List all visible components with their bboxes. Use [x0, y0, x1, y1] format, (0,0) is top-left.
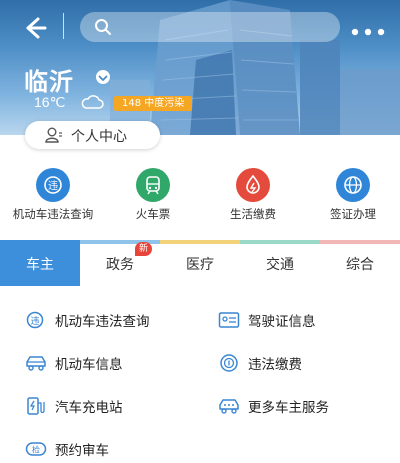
payment-icon [236, 168, 270, 202]
tab-medical[interactable]: 医疗 [160, 240, 240, 286]
charging-station-icon [25, 396, 47, 416]
service-label: 机动车违法查询 [55, 314, 150, 330]
tab-label: 综合 [346, 257, 374, 273]
violation-query-icon: 违 [36, 168, 70, 202]
tab-accent-bar [160, 240, 240, 244]
search-input[interactable] [120, 17, 334, 39]
service-label: 机动车信息 [55, 357, 123, 373]
tab-general[interactable]: 综合 [320, 240, 400, 286]
quick-action-violation-query[interactable]: 违 机动车违法查询 [3, 168, 103, 222]
tab-government[interactable]: 政务 新 [80, 240, 160, 286]
quick-action-label: 签证办理 [330, 207, 376, 221]
category-tabs: 车主 政务 新 医疗 交通 综合 [0, 240, 400, 286]
tab-car-owner[interactable]: 车主 [0, 240, 80, 286]
license-icon [218, 310, 240, 330]
search-icon [95, 19, 111, 35]
globe-icon [336, 168, 370, 202]
car-icon [25, 353, 47, 373]
tab-transport[interactable]: 交通 [240, 240, 320, 286]
service-label: 更多车主服务 [248, 400, 329, 416]
air-quality-badge: 148 中度污染 [114, 96, 193, 111]
more-icon[interactable] [350, 22, 386, 36]
quick-action-label: 火车票 [135, 207, 171, 221]
nav-divider [63, 13, 64, 39]
tab-label: 医疗 [186, 257, 214, 273]
car-more-icon [218, 396, 240, 416]
violation-icon: 违 [25, 310, 47, 330]
new-badge: 新 [135, 242, 153, 256]
chevron-down-icon[interactable] [96, 70, 110, 84]
search-bar[interactable] [80, 12, 340, 42]
user-center-button[interactable]: 个人中心 [25, 121, 160, 149]
service-label: 违法缴费 [248, 357, 302, 373]
quick-action-label: 生活缴费 [230, 207, 276, 221]
service-label: 汽车充电站 [55, 400, 123, 416]
train-icon [136, 168, 170, 202]
fine-payment-icon [218, 353, 240, 373]
service-label: 预约审车 [55, 443, 109, 459]
user-center-label: 个人中心 [71, 129, 127, 145]
quick-action-label: 机动车违法查询 [12, 207, 94, 221]
svg-text:违: 违 [30, 316, 39, 327]
svg-text:违: 违 [48, 180, 58, 192]
city-name[interactable]: 临沂 [24, 62, 74, 97]
quick-action-utility-payment[interactable]: 生活缴费 [203, 168, 303, 222]
cloud-icon [80, 94, 104, 114]
tab-label: 车主 [26, 257, 54, 273]
temperature: 16℃ [34, 94, 66, 110]
tab-accent-bar [320, 240, 400, 244]
user-icon [45, 127, 62, 143]
inspection-icon: 检 [25, 439, 47, 459]
back-arrow-icon[interactable] [20, 14, 48, 42]
service-label: 驾驶证信息 [248, 314, 316, 330]
top-nav-bar [0, 0, 400, 50]
tab-label: 政务 [106, 257, 134, 273]
quick-action-visa[interactable]: 签证办理 [303, 168, 400, 222]
svg-text:检: 检 [32, 445, 40, 455]
quick-action-train-ticket[interactable]: 火车票 [103, 168, 203, 222]
tab-accent-bar [0, 240, 80, 244]
tab-accent-bar [240, 240, 320, 244]
tab-label: 交通 [266, 257, 294, 273]
